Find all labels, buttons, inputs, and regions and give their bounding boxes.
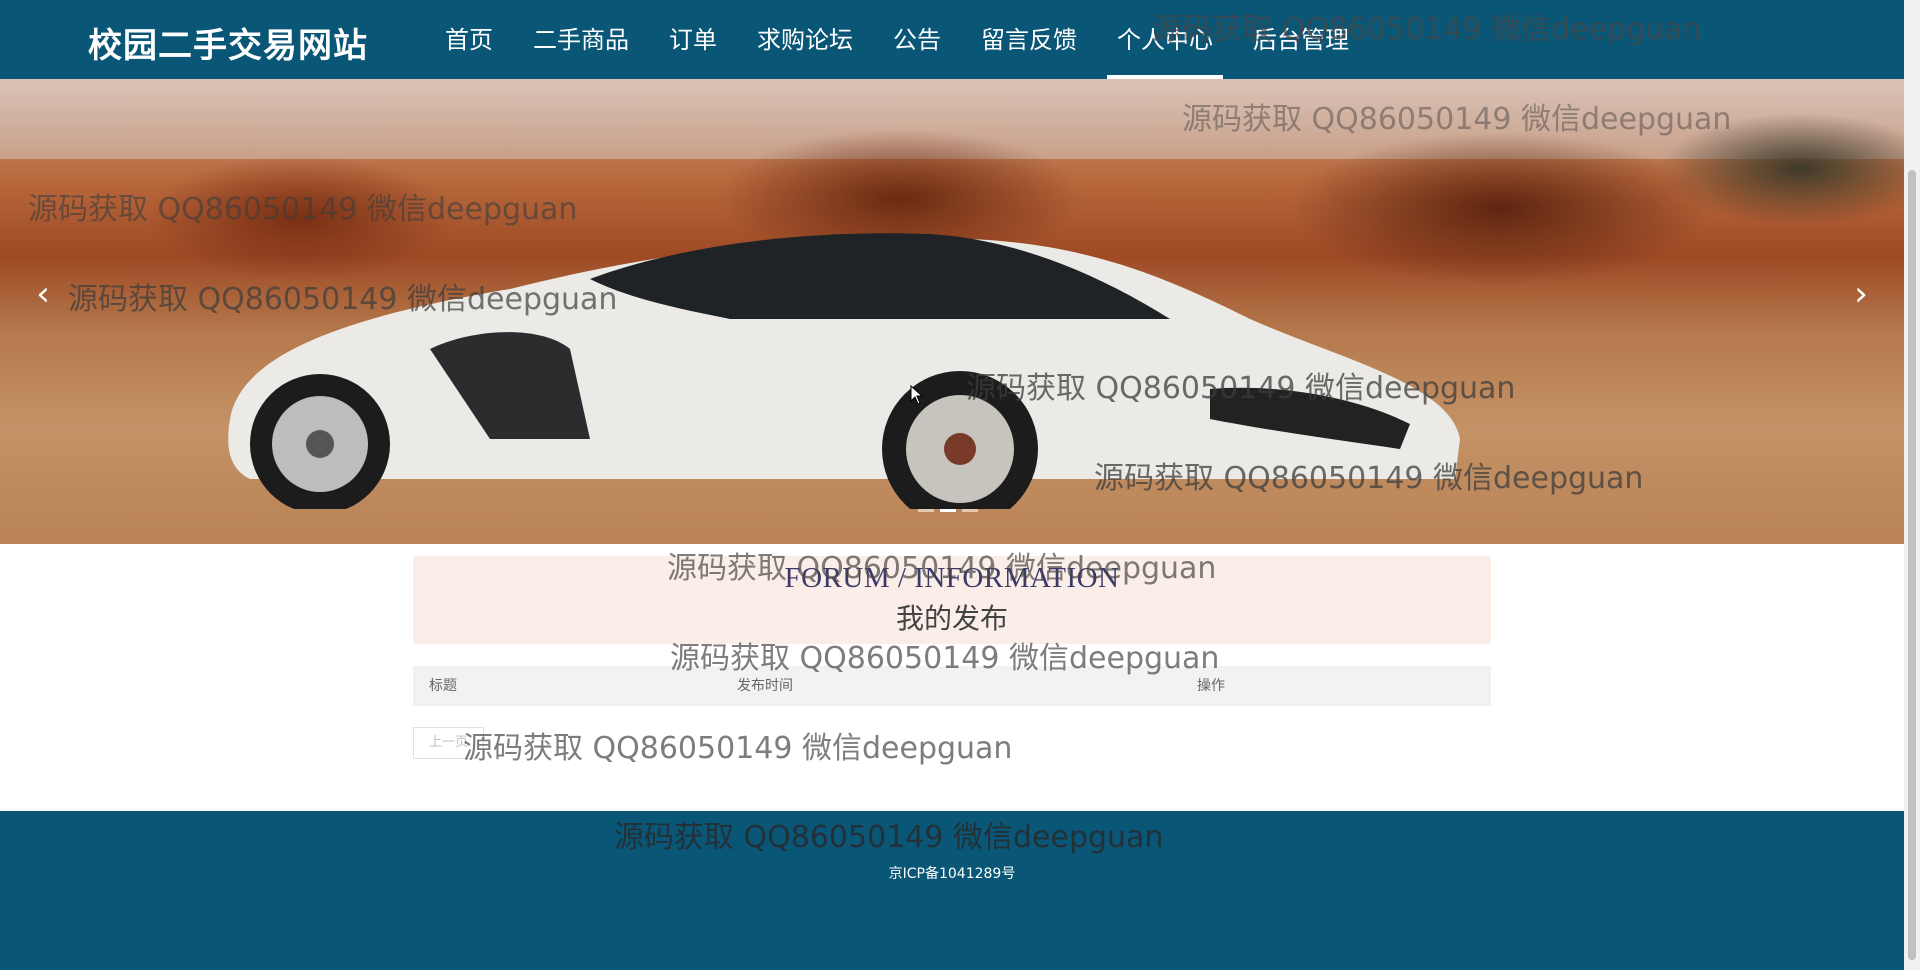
section-title-cn: 我的发布 xyxy=(895,602,1008,635)
nav-item-secondhand-goods[interactable]: 二手商品 xyxy=(513,0,649,79)
section-title-box: FORUM / INFORMATION 我的发布 xyxy=(413,556,1491,644)
banner-carousel[interactable]: ‹ › xyxy=(0,79,1904,544)
nav-item-announcements[interactable]: 公告 xyxy=(873,0,961,79)
site-footer: 京ICP备1041289号 xyxy=(0,811,1904,970)
carousel-indicators xyxy=(918,509,978,512)
chevron-left-icon[interactable]: ‹ xyxy=(28,274,58,314)
carousel-dot[interactable] xyxy=(962,509,978,512)
watermark-text: 源码获取 QQ86050149 微信deepguan xyxy=(463,731,1013,766)
column-header-actions: 操作 xyxy=(1197,678,1225,694)
carousel-dot[interactable] xyxy=(918,509,934,512)
nav-item-feedback[interactable]: 留言反馈 xyxy=(961,0,1097,79)
icp-record: 京ICP备1041289号 xyxy=(888,866,1016,882)
page: 校园二手交易网站 首页 二手商品 订单 求购论坛 公告 留言反馈 个人中心 后台… xyxy=(0,0,1920,970)
carousel-dot-active[interactable] xyxy=(940,509,956,512)
mouse-cursor-icon xyxy=(910,385,924,405)
section-title-en: FORUM / INFORMATION xyxy=(784,562,1120,594)
column-header-publish-time: 发布时间 xyxy=(737,678,793,694)
column-header-title: 标题 xyxy=(429,678,457,694)
banner-car-image xyxy=(228,233,1461,509)
pagination: 上一页 xyxy=(413,727,485,759)
chevron-right-icon[interactable]: › xyxy=(1846,274,1876,314)
page-scrollbar[interactable] xyxy=(1904,0,1920,970)
nav-item-admin[interactable]: 后台管理 xyxy=(1233,0,1369,79)
prev-page-button[interactable]: 上一页 xyxy=(413,727,485,759)
site-header: 校园二手交易网站 首页 二手商品 订单 求购论坛 公告 留言反馈 个人中心 后台… xyxy=(0,0,1904,79)
nav-item-home[interactable]: 首页 xyxy=(425,0,513,79)
site-title[interactable]: 校园二手交易网站 xyxy=(88,18,368,67)
nav-item-wanted-forum[interactable]: 求购论坛 xyxy=(737,0,873,79)
main-nav: 首页 二手商品 订单 求购论坛 公告 留言反馈 个人中心 后台管理 xyxy=(425,0,1369,79)
nav-item-orders[interactable]: 订单 xyxy=(649,0,737,79)
nav-item-personal-center[interactable]: 个人中心 xyxy=(1097,0,1233,79)
my-posts-table: 标题 发布时间 操作 xyxy=(413,666,1491,706)
scrollbar-thumb[interactable] xyxy=(1908,170,1916,960)
